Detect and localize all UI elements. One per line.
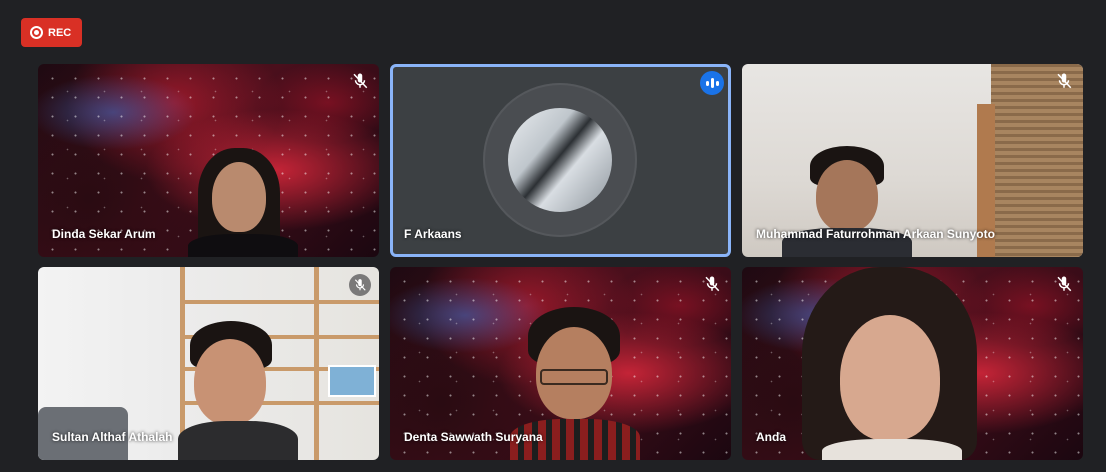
participant-tile[interactable]: Anda [742, 267, 1083, 460]
participant-video [188, 148, 298, 257]
mic-off-icon [1057, 276, 1072, 292]
participant-tile[interactable]: Sultan Althaf Athalah [38, 267, 379, 460]
window-blinds [991, 64, 1083, 257]
mic-off-icon [705, 276, 720, 292]
participant-tile[interactable]: F Arkaans [390, 64, 731, 257]
record-icon [30, 26, 43, 39]
recording-label: REC [48, 26, 72, 39]
mic-off-icon [353, 73, 368, 89]
participant-name: Dinda Sekar Arum [52, 227, 156, 241]
avatar-ring [483, 83, 637, 237]
participant-name: Denta Sawwath Suryana [404, 430, 543, 444]
participant-video [178, 321, 298, 460]
recording-indicator[interactable]: REC [21, 18, 82, 47]
glasses [540, 369, 608, 385]
participant-video [802, 267, 977, 460]
participant-tile[interactable]: Muhammad Faturrohman Arkaan Sunyoto [742, 64, 1083, 257]
mic-off-icon [1057, 73, 1072, 89]
shelf-post [314, 267, 319, 460]
picture-frame [328, 365, 376, 397]
participant-name: F Arkaans [404, 227, 462, 241]
mic-off-icon [349, 274, 371, 296]
participant-tile[interactable]: Dinda Sekar Arum [38, 64, 379, 257]
participant-tile[interactable]: Denta Sawwath Suryana [390, 267, 731, 460]
participant-name: Anda [756, 430, 786, 444]
participant-name: Sultan Althaf Athalah [52, 430, 173, 444]
audio-level-icon [700, 71, 724, 95]
avatar [508, 108, 612, 212]
participant-name: Muhammad Faturrohman Arkaan Sunyoto [756, 227, 995, 241]
